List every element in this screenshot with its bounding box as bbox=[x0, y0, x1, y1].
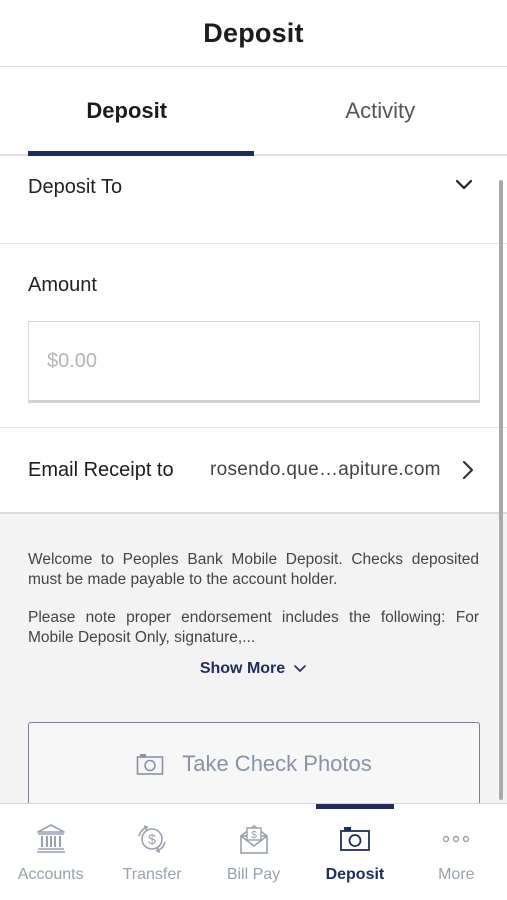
bank-icon bbox=[36, 824, 65, 853]
nav-transfer-label: Transfer bbox=[122, 866, 182, 883]
nav-bill-pay-label: Bill Pay bbox=[226, 866, 281, 883]
deposit-to-label: Deposit To bbox=[28, 176, 123, 198]
scrollbar[interactable] bbox=[499, 180, 503, 800]
tab-deposit[interactable]: Deposit bbox=[0, 67, 254, 156]
info-paragraph-1: Welcome to Peoples Bank Mobile Deposit. … bbox=[28, 551, 479, 588]
chevron-right-icon bbox=[462, 460, 474, 480]
bill-pay-icon: $ bbox=[239, 825, 268, 854]
nav-more[interactable]: More bbox=[406, 804, 507, 900]
nav-more-label: More bbox=[438, 866, 475, 883]
info-paragraph-2: Please note proper endorsement includes … bbox=[28, 609, 479, 646]
svg-text:$: $ bbox=[148, 831, 156, 847]
take-check-photos-button[interactable]: Take Check Photos bbox=[28, 722, 480, 803]
show-more-label: Show More bbox=[199, 660, 286, 677]
nav-deposit-label: Deposit bbox=[325, 866, 385, 883]
camera-icon bbox=[136, 754, 164, 775]
transfer-icon: $ bbox=[138, 825, 166, 853]
amount-section: Amount bbox=[0, 244, 507, 428]
app-header: Deposit bbox=[0, 0, 507, 67]
page-title: Deposit bbox=[203, 17, 304, 48]
deposit-form: Deposit To Amount Email Receipt to rosen… bbox=[0, 158, 507, 803]
camera-icon bbox=[340, 827, 370, 851]
tab-activity[interactable]: Activity bbox=[254, 67, 507, 154]
chevron-down-icon bbox=[294, 665, 306, 672]
email-receipt-row[interactable]: Email Receipt to rosendo.que…apiture.com bbox=[0, 428, 507, 514]
svg-text:$: $ bbox=[251, 830, 257, 841]
deposit-info-panel: Welcome to Peoples Bank Mobile Deposit. … bbox=[0, 514, 507, 803]
more-icon bbox=[443, 835, 470, 843]
show-more-link[interactable]: Show More bbox=[0, 660, 507, 678]
nav-bill-pay[interactable]: $ Bill Pay bbox=[203, 804, 304, 900]
chevron-down-icon bbox=[455, 179, 473, 190]
bottom-nav: Accounts $ Transfer $ Bill Pay Deposit M… bbox=[0, 803, 507, 900]
email-receipt-label: Email Receipt to bbox=[28, 458, 174, 481]
nav-deposit[interactable]: Deposit bbox=[304, 804, 405, 900]
amount-input[interactable] bbox=[28, 321, 480, 403]
email-receipt-value: rosendo.que…apiture.com bbox=[210, 459, 441, 480]
tab-bar: Deposit Activity bbox=[0, 67, 507, 156]
amount-label: Amount bbox=[28, 274, 97, 296]
nav-accounts-label: Accounts bbox=[17, 866, 84, 883]
take-check-photos-label: Take Check Photos bbox=[182, 751, 372, 776]
deposit-to-selector[interactable]: Deposit To bbox=[0, 158, 507, 244]
nav-accounts[interactable]: Accounts bbox=[0, 804, 101, 900]
nav-transfer[interactable]: $ Transfer bbox=[101, 804, 202, 900]
